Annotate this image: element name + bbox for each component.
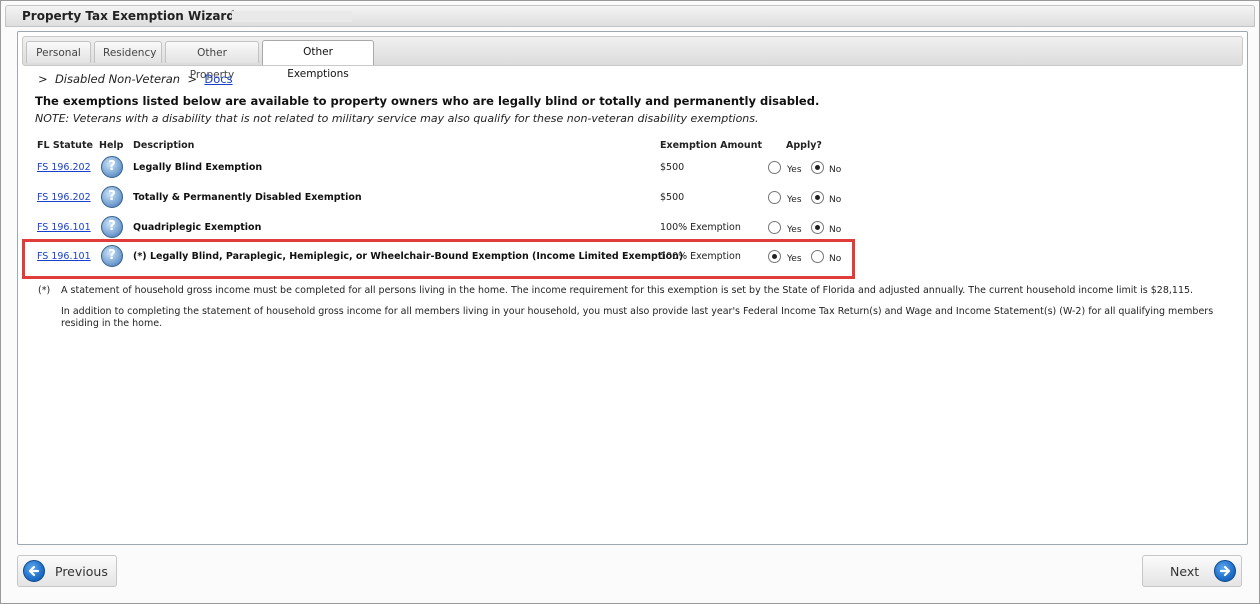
apply-no-label: No — [829, 165, 842, 175]
redacted-title-suffix — [232, 11, 352, 22]
intro-note: NOTE: Veterans with a disability that is… — [35, 112, 759, 125]
breadcrumb-docs-link[interactable]: Docs — [204, 72, 232, 86]
breadcrumb-separator: > — [187, 72, 198, 86]
highlight-box — [22, 239, 855, 279]
title-bar: Property Tax Exemption Wizard - — [5, 5, 1255, 27]
apply-yes-label: Yes — [787, 195, 802, 205]
apply-no-label: No — [829, 195, 842, 205]
window-title: Property Tax Exemption Wizard - — [22, 9, 245, 23]
column-header-apply: Apply? — [786, 140, 822, 151]
column-header-help: Help — [99, 140, 124, 151]
wizard-window: Property Tax Exemption Wizard - Personal… — [0, 0, 1260, 604]
arrow-right-circle-icon — [1214, 560, 1236, 582]
tab-personal[interactable]: Personal — [26, 41, 91, 63]
arrow-left-circle-icon — [23, 560, 45, 582]
apply-yes-radio[interactable] — [768, 221, 781, 234]
apply-no-radio[interactable] — [811, 191, 824, 204]
footnote-income-requirement: A statement of household gross income mu… — [61, 285, 1194, 296]
exemption-amount: 100% Exemption — [660, 222, 741, 233]
breadcrumb-separator: > — [38, 72, 48, 86]
breadcrumb: > Disabled Non-Veteran > Docs — [38, 72, 233, 86]
exemption-description: Quadriplegic Exemption — [133, 222, 262, 233]
help-question-icon[interactable]: ? — [101, 156, 123, 178]
next-button[interactable]: Next — [1142, 555, 1242, 587]
exemption-row: FS 196.202 ? Totally & Permanently Disab… — [18, 184, 1247, 212]
help-question-icon[interactable]: ? — [101, 216, 123, 238]
statute-link[interactable]: FS 196.202 — [37, 192, 91, 203]
apply-no-label: No — [829, 225, 842, 235]
exemption-description: Totally & Permanently Disabled Exemption — [133, 192, 362, 203]
main-panel: Personal Residency Other Property Other … — [17, 31, 1248, 545]
column-header-statute: FL Statute — [37, 140, 93, 151]
column-header-amount: Exemption Amount — [660, 140, 762, 151]
intro-heading: The exemptions listed below are availabl… — [35, 94, 820, 108]
exemption-amount: $500 — [660, 162, 685, 173]
tab-other-exemptions[interactable]: Other Exemptions — [262, 40, 374, 80]
exemption-row: FS 196.202 ? Legally Blind Exemption $50… — [18, 154, 1247, 182]
apply-no-radio[interactable] — [811, 161, 824, 174]
breadcrumb-current: Disabled Non-Veteran — [54, 72, 181, 86]
exemption-amount: $500 — [660, 192, 685, 203]
next-button-label: Next — [1170, 564, 1200, 579]
tab-residency[interactable]: Residency — [94, 41, 162, 63]
exemption-row: FS 196.101 ? Quadriplegic Exemption 100%… — [18, 214, 1247, 242]
apply-no-radio[interactable] — [811, 221, 824, 234]
statute-link[interactable]: FS 196.202 — [37, 162, 91, 173]
tab-other-property[interactable]: Other Property — [165, 41, 259, 81]
apply-yes-radio[interactable] — [768, 161, 781, 174]
apply-yes-label: Yes — [787, 165, 802, 175]
tab-bar: Personal Residency Other Property Other … — [22, 36, 1243, 81]
apply-yes-label: Yes — [787, 225, 802, 235]
exemption-description: Legally Blind Exemption — [133, 162, 263, 173]
help-question-icon[interactable]: ? — [101, 186, 123, 208]
statute-link[interactable]: FS 196.101 — [37, 222, 91, 233]
apply-yes-radio[interactable] — [768, 191, 781, 204]
footnote-marker: (*) — [38, 285, 51, 296]
column-header-description: Description — [133, 140, 195, 151]
previous-button-label: Previous — [55, 564, 108, 579]
footnote-tax-return-requirement: In addition to completing the statement … — [61, 306, 1214, 329]
previous-button[interactable]: Previous — [17, 555, 117, 587]
